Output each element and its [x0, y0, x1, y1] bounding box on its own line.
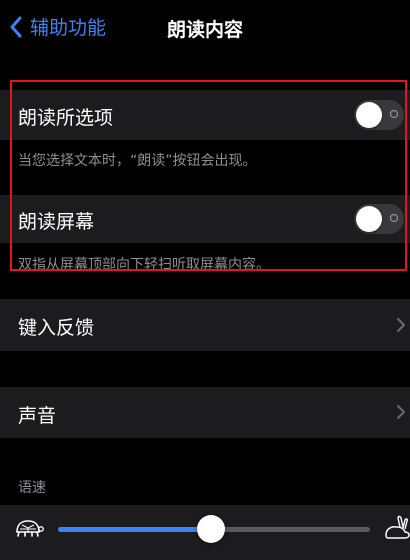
navigation-bar: 辅助功能 朗读内容	[0, 0, 410, 54]
speak-selection-row: 朗读所选项	[0, 90, 410, 140]
chevron-right-icon	[397, 405, 405, 419]
speaking-rate-label: 语速	[18, 480, 46, 496]
speak-screen-footnote: 双指从屏幕顶部向下轻扫听取屏幕内容。	[18, 257, 270, 273]
voices-label: 声音	[18, 405, 57, 427]
toggle-off-indicator	[390, 110, 398, 118]
typing-feedback-row[interactable]: 键入反馈	[0, 299, 410, 351]
speak-selection-toggle[interactable]	[354, 100, 404, 130]
toggle-knob	[356, 206, 382, 232]
speak-selection-label: 朗读所选项	[18, 107, 114, 129]
speaking-rate-fill	[58, 527, 211, 532]
voices-row[interactable]: 声音	[0, 387, 410, 438]
speaking-rate-thumb[interactable]	[196, 515, 225, 543]
speaking-rate-row	[0, 505, 410, 560]
tortoise-icon	[16, 520, 44, 537]
hare-icon	[385, 515, 410, 539]
speak-screen-toggle[interactable]	[354, 204, 404, 234]
speak-selection-footnote: 当您选择文本时，“朗读”按钮会出现。	[18, 153, 257, 169]
typing-feedback-label: 键入反馈	[18, 317, 95, 339]
speak-screen-label: 朗读屏幕	[18, 211, 95, 233]
speak-screen-row: 朗读屏幕	[0, 195, 410, 243]
chevron-right-icon	[397, 318, 405, 332]
page-title: 朗读内容	[166, 19, 243, 41]
toggle-off-indicator	[390, 214, 398, 222]
toggle-knob	[356, 102, 382, 128]
